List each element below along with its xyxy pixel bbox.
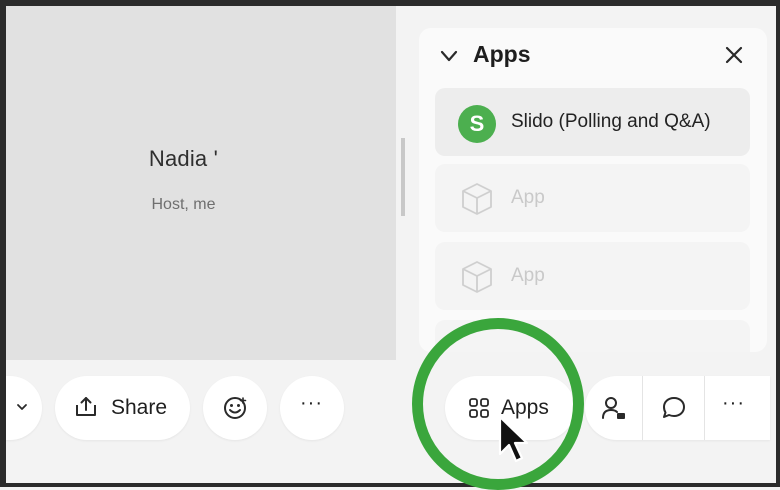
- participant-video-tile: Nadia ' Host, me: [6, 6, 396, 360]
- chevron-down-icon[interactable]: [439, 46, 459, 66]
- reactions-button[interactable]: [203, 376, 267, 440]
- chevron-down-icon: [17, 404, 27, 410]
- app-item-label: App: [511, 265, 545, 286]
- toolbar-divider: [642, 376, 643, 440]
- participant-role: Host, me: [151, 196, 216, 213]
- app-item-label: App: [511, 187, 545, 208]
- app-item-label: Slido (Polling and Q&A): [511, 111, 711, 132]
- audio-options-button[interactable]: [6, 376, 42, 440]
- slido-icon: S: [458, 105, 496, 143]
- app-item-placeholder[interactable]: App: [435, 242, 750, 310]
- smiley-icon: [224, 397, 247, 419]
- apps-panel-header: Apps: [419, 28, 767, 84]
- share-button[interactable]: Share: [55, 376, 190, 440]
- more-options-icon[interactable]: ···: [722, 392, 745, 415]
- app-item-slido[interactable]: S Slido (Polling and Q&A): [435, 88, 750, 156]
- participants-icon[interactable]: [600, 394, 628, 422]
- share-icon: [76, 397, 96, 416]
- more-icon: ···: [300, 392, 323, 414]
- close-icon[interactable]: [723, 44, 745, 66]
- more-options-button[interactable]: ···: [280, 376, 344, 440]
- panel-resize-handle[interactable]: [401, 138, 405, 216]
- share-label: Share: [111, 396, 168, 419]
- window-frame-right: [776, 0, 780, 487]
- toolbar-divider: [704, 376, 705, 440]
- participant-name: Nadia ': [148, 146, 219, 171]
- chat-icon[interactable]: [660, 394, 688, 422]
- mouse-cursor-icon: [498, 415, 529, 463]
- cube-icon: [462, 183, 492, 215]
- apps-panel-title: Apps: [473, 41, 531, 67]
- cube-icon: [462, 261, 492, 293]
- window-frame-bottom: [0, 483, 780, 487]
- app-item-placeholder[interactable]: App: [435, 164, 750, 232]
- apps-panel: Apps S Slido (Polling and Q&A) App App: [419, 28, 767, 352]
